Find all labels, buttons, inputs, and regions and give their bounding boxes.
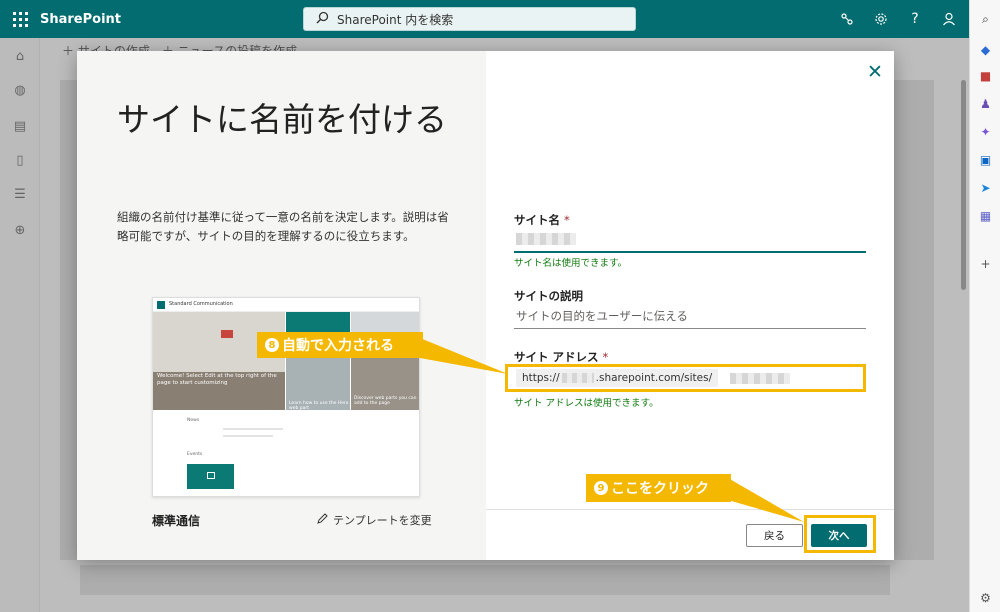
preview-text-line — [223, 428, 283, 430]
app-launcher-button[interactable] — [0, 0, 40, 38]
preview-hero-text: Welcome! Select Edit at the top right of… — [157, 373, 277, 386]
share-icon[interactable] — [837, 9, 857, 29]
back-button[interactable]: 戻る — [746, 524, 803, 547]
dialog-description: 組織の名前付け基準に従って一意の名前を決定します。説明は省略可能ですが、サイトの… — [117, 210, 449, 243]
add-icon[interactable]: + — [978, 256, 993, 271]
site-address-status: サイト アドレスは使用できます。 — [514, 398, 659, 409]
change-template-link[interactable]: テンプレートを変更 — [317, 512, 432, 528]
people-icon[interactable]: ♟ — [978, 96, 993, 111]
callout-auto-fill: 8 自動で入力される — [257, 332, 423, 358]
site-address-slug — [730, 372, 791, 384]
preview-hero-image — [153, 312, 285, 410]
briefcase-icon[interactable]: ■ — [978, 68, 993, 83]
site-name-status: サイト名は使用できます。 — [514, 258, 628, 269]
preview-site-logo — [157, 301, 165, 309]
outlook-icon[interactable]: ▣ — [978, 152, 993, 167]
dialog-footer-divider — [486, 509, 894, 510]
close-icon[interactable]: ✕ — [866, 63, 884, 82]
preview-event-tile — [187, 464, 234, 489]
preview-text-line — [223, 435, 273, 437]
brand-name[interactable]: SharePoint — [40, 12, 121, 27]
template-preview: Standard Communication Welcome! Select E… — [152, 297, 420, 497]
dialog-title: サイトに名前を付ける — [117, 100, 447, 139]
browser-sidebar: ⌕ ◆ ■ ♟ ✦ ▣ ➤ ▦ + ⚙ — [969, 0, 1000, 612]
account-icon[interactable] — [939, 9, 959, 29]
site-name-value — [516, 233, 576, 245]
site-name-label: サイト名 * — [514, 213, 570, 227]
preview-site-name: Standard Communication — [169, 301, 233, 307]
search-placeholder: SharePoint 内を検索 — [337, 12, 454, 27]
preview-header: Standard Communication — [153, 298, 419, 312]
copilot-icon[interactable]: ✦ — [978, 124, 993, 139]
send-icon[interactable]: ➤ — [978, 180, 993, 195]
site-desc-label: サイトの説明 — [514, 289, 583, 303]
suite-bar: SharePoint SharePoint 内を検索 ? — [0, 0, 969, 38]
preview-events-heading: Events — [187, 452, 203, 457]
dialog-left-panel: サイトに名前を付ける 組織の名前付け基準に従って一意の名前を決定します。説明は省… — [77, 51, 486, 560]
calendar-icon — [207, 472, 215, 479]
site-address-input[interactable]: https://.sharepoint.com/sites/ — [505, 364, 866, 392]
waffle-icon — [12, 11, 28, 27]
preview-news-heading: News — [187, 418, 200, 423]
callout-click-here: 9 ここをクリック — [586, 474, 731, 502]
site-address-label: サイト アドレス * — [514, 350, 609, 364]
site-name-input[interactable] — [514, 227, 866, 253]
search-icon[interactable]: ⌕ — [978, 12, 993, 27]
next-button[interactable]: 次へ — [811, 524, 867, 547]
tag-icon[interactable]: ◆ — [978, 42, 993, 57]
template-name: 標準通信 — [152, 514, 201, 528]
help-icon[interactable]: ? — [905, 9, 925, 29]
preview-caption: Discover web parts you can add to the pa… — [354, 396, 417, 406]
teams-icon[interactable]: ▦ — [978, 208, 993, 223]
pencil-icon — [317, 513, 328, 527]
settings-icon[interactable]: ⚙ — [978, 590, 993, 605]
page-scrollbar[interactable] — [961, 80, 966, 290]
site-address-prefix: https://.sharepoint.com/sites/ — [516, 369, 719, 387]
search-icon — [316, 11, 329, 27]
preview-caption: Learn how to use the Hero web part — [289, 401, 349, 411]
search-input[interactable]: SharePoint 内を検索 — [303, 7, 636, 31]
gear-icon[interactable] — [871, 9, 891, 29]
site-desc-input[interactable]: サイトの目的をユーザーに伝える — [514, 303, 866, 329]
